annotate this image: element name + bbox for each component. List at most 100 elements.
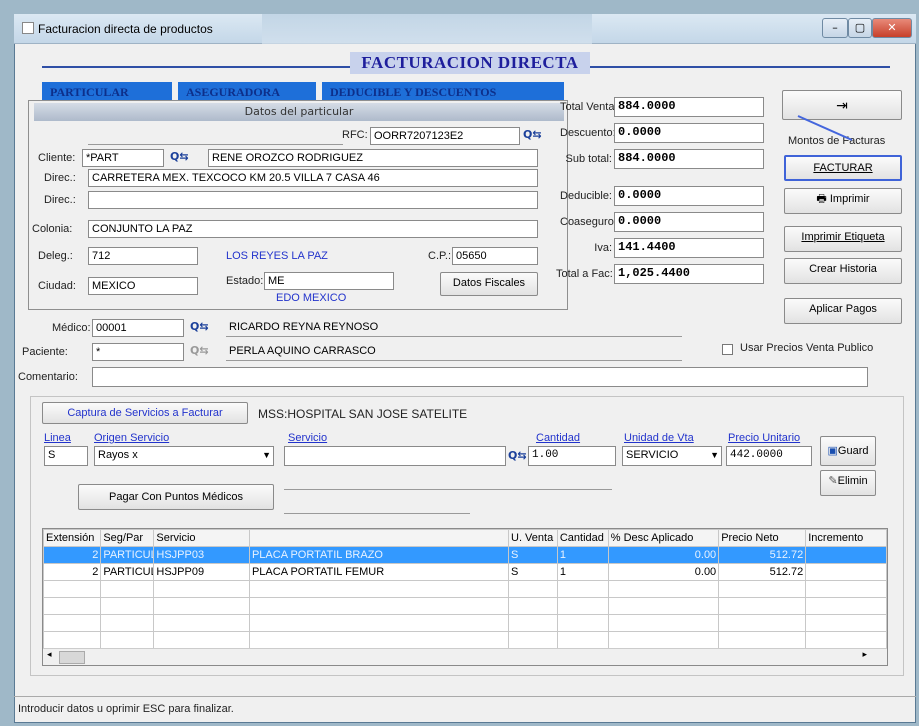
direc2-field[interactable] (88, 191, 538, 209)
cantidad-label: Cantidad (536, 432, 581, 444)
estado-field[interactable]: ME (264, 272, 394, 290)
coaseguro-field: 0.0000 (614, 212, 764, 232)
ciudad-field[interactable]: MEXICO (88, 277, 198, 295)
header-line-right (590, 66, 890, 68)
servicio-search-icon[interactable]: Q⇆ (508, 449, 527, 462)
subtotal-field: 884.0000 (614, 149, 764, 169)
cliente-code-field[interactable]: *PART (82, 149, 164, 167)
arrow-annotation-icon (797, 115, 853, 141)
col-incremento[interactable]: Incremento (805, 529, 887, 547)
origen-dropdown-icon[interactable]: ▼ (262, 447, 271, 463)
horizontal-scrollbar[interactable]: ◂ ▸ (43, 648, 887, 665)
col-cantidad[interactable]: Cantidad (556, 529, 609, 547)
unidad-select[interactable]: SERVICIO ▼ (622, 446, 722, 466)
cp-field[interactable]: 05650 (452, 247, 538, 265)
servicio-label: Servicio (288, 432, 328, 444)
deleg-label: Deleg.: (38, 250, 73, 262)
rfc-field[interactable]: OORR7207123E2 (370, 127, 520, 145)
col-uventa[interactable]: U. Venta (508, 529, 558, 547)
cell-precio-neto: 512.72 (718, 563, 807, 581)
cliente-search-icon[interactable]: Q⇆ (170, 150, 189, 163)
paciente-search-icon[interactable]: Q⇆ (190, 344, 209, 357)
col-servicio[interactable]: Servicio (153, 529, 250, 547)
servicio-field[interactable] (284, 446, 506, 466)
usar-precios-label: Usar Precios Venta Publico (740, 342, 874, 354)
unidad-value: SERVICIO (626, 449, 679, 461)
facturar-button[interactable]: FACTURAR (784, 155, 902, 181)
cliente-label: Cliente: (38, 152, 76, 164)
ciudad-label: Ciudad: (38, 280, 76, 292)
cliente-name-field[interactable]: RENE OROZCO RODRIGUEZ (208, 149, 538, 167)
tab-particular[interactable]: PARTICULAR (42, 82, 172, 102)
imprimir-button[interactable]: 🖶 Imprimir (784, 188, 902, 214)
close-button[interactable]: ✕ (872, 18, 912, 38)
table-row[interactable]: 2 PARTICUL HSJPP09 PLACA PORTATIL FEMUR … (43, 563, 887, 581)
scroll-left-icon[interactable]: ◂ (47, 650, 52, 660)
deleg-field[interactable]: 712 (88, 247, 198, 265)
minimize-button[interactable]: – (822, 18, 848, 38)
unidad-label: Unidad de Vta (624, 432, 694, 444)
medico-code-field[interactable]: 00001 (92, 319, 184, 337)
cell-precio-neto: 512.72 (718, 546, 807, 564)
cell-uventa: S (508, 563, 558, 581)
cell-extension: 2 (43, 563, 102, 581)
scroll-right-icon[interactable]: ▸ (862, 650, 867, 660)
pagar-puntos-button[interactable]: Pagar Con Puntos Médicos (78, 484, 274, 510)
origen-label: Origen Servicio (94, 432, 170, 444)
usar-precios-checkbox[interactable] (722, 344, 733, 355)
servicio-desc-line (284, 470, 612, 490)
paciente-code-field[interactable]: * (92, 343, 184, 361)
medico-label: Médico: (52, 322, 91, 334)
table-row-empty (43, 631, 887, 649)
unidad-dropdown-icon[interactable]: ▼ (710, 447, 719, 463)
colonia-field[interactable]: CONJUNTO LA PAZ (88, 220, 538, 238)
imprimir-label: Imprimir (829, 193, 870, 205)
col-desc[interactable]: % Desc Aplicado (607, 529, 720, 547)
aplicar-pagos-button[interactable]: Aplicar Pagos (784, 298, 902, 324)
paciente-name-field: PERLA AQUINO CARRASCO (226, 343, 682, 361)
scroll-thumb[interactable] (59, 651, 85, 664)
coaseguro-label: Coaseguro: (560, 216, 617, 228)
origen-value: Rayos x (98, 449, 138, 461)
guardar-button[interactable]: ▣Guard (820, 436, 876, 466)
colonia-label: Colonia: (32, 223, 73, 235)
paciente-label: Paciente: (22, 346, 68, 358)
estado-name: EDO MEXICO (276, 292, 347, 304)
estado-label: Estado: (226, 275, 264, 287)
linea-field[interactable]: S (44, 446, 88, 466)
origen-select[interactable]: Rayos x ▼ (94, 446, 274, 466)
total-fac-field: 1,025.4400 (614, 264, 764, 284)
col-precio-neto[interactable]: Precio Neto (718, 529, 807, 547)
cantidad-field[interactable]: 1.00 (528, 446, 616, 466)
tab-deducible[interactable]: DEDUCIBLE Y DESCUENTOS (322, 82, 564, 102)
datos-fiscales-button[interactable]: Datos Fiscales (440, 272, 538, 296)
comentario-label: Comentario: (18, 371, 78, 383)
table-row-empty (43, 597, 887, 615)
mss-label: MSS:HOSPITAL SAN JOSE SATELITE (258, 407, 468, 421)
crear-historia-button[interactable]: Crear Historia (784, 258, 902, 284)
particular-panel-title: Datos del particular (34, 103, 564, 121)
cell-servicio: HSJPP03 (153, 546, 250, 564)
rfc-spacer (88, 127, 343, 145)
direc1-field[interactable]: CARRETERA MEX. TEXCOCO KM 20.5 VILLA 7 C… (88, 169, 538, 187)
table-row[interactable]: 2 PARTICUL HSJPP03 PLACA PORTATIL BRAZO … (43, 546, 887, 564)
services-table: Extensión Seg/Par Servicio U. Venta Cant… (43, 529, 887, 649)
medico-search-icon[interactable]: Q⇆ (190, 320, 209, 333)
maximize-button[interactable]: ▢ (848, 18, 872, 38)
col-extension[interactable]: Extensión (43, 529, 102, 547)
tab-aseguradora[interactable]: ASEGURADORA (178, 82, 316, 102)
col-segpar[interactable]: Seg/Par (100, 529, 155, 547)
cell-servicio: HSJPP09 (153, 563, 250, 581)
comentario-field[interactable] (92, 367, 868, 387)
direc2-label: Direc.: (44, 194, 76, 206)
descuento-label: Descuento: (560, 127, 616, 139)
rfc-search-icon[interactable]: Q⇆ (523, 128, 542, 141)
precio-field[interactable]: 442.0000 (726, 446, 812, 466)
col-descripcion[interactable] (248, 529, 510, 547)
descuento-field: 0.0000 (614, 123, 764, 143)
imprimir-etiqueta-button[interactable]: Imprimir Etiqueta (784, 226, 902, 252)
eliminar-button[interactable]: ✎Elimin (820, 470, 876, 496)
cp-label: C.P.: (428, 250, 452, 262)
cell-uventa: S (508, 546, 558, 564)
captura-button[interactable]: Captura de Servicios a Facturar (42, 402, 248, 424)
